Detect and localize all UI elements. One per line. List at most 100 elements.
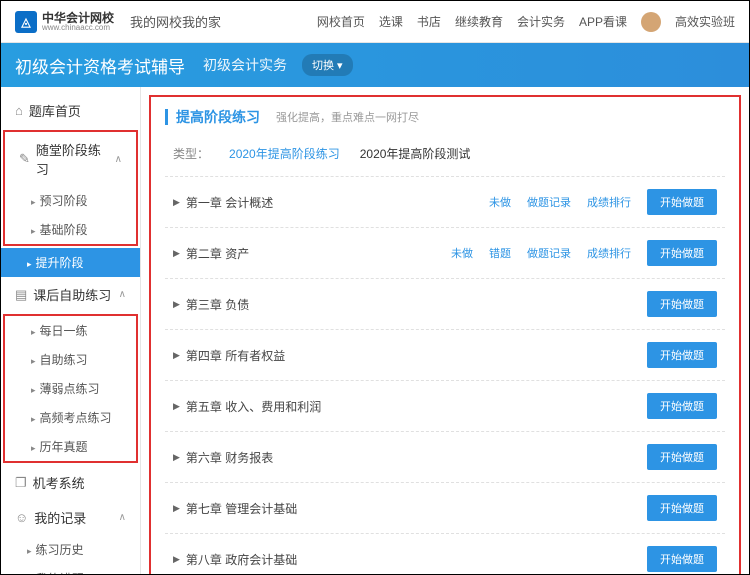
start-button[interactable]: 开始做题 <box>647 342 717 368</box>
chevron-up-icon: ∧ <box>119 289 126 300</box>
nav-home[interactable]: 网校首页 <box>317 13 365 30</box>
logo[interactable]: ◬ 中华会计网校 www.chinaacc.com <box>15 11 114 33</box>
chapter-link[interactable]: 错题 <box>489 245 511 261</box>
chapter-link[interactable]: 做题记录 <box>527 194 571 210</box>
page-title: 提高阶段练习 <box>176 107 260 127</box>
caret-right-icon[interactable]: ▶ <box>173 401 180 412</box>
title-accent <box>165 109 168 125</box>
nav-app[interactable]: APP看课 <box>579 13 627 30</box>
type-tab-test[interactable]: 2020年提高阶段测试 <box>360 145 471 162</box>
page-subtitle: 强化提高，重点难点一网打尽 <box>276 109 419 125</box>
chapter-actions: 开始做题 <box>647 495 717 521</box>
caret-right-icon[interactable]: ▶ <box>173 197 180 208</box>
header: ◬ 中华会计网校 www.chinaacc.com 我的网校我的家 网校首页 选… <box>1 1 749 43</box>
book-icon: ▤ <box>15 287 27 303</box>
chapter-name: 第五章 收入、费用和利润 <box>186 398 321 415</box>
start-button[interactable]: 开始做题 <box>647 546 717 572</box>
start-button[interactable]: 开始做题 <box>647 189 717 215</box>
sidebar: ⌂ 题库首页 ✎ 随堂阶段练习 ∧ 预习阶段 基础阶段 提升阶段 ▤ 课后自助练… <box>1 87 141 574</box>
chapter-actions: 开始做题 <box>647 393 717 419</box>
nav-edu[interactable]: 继续教育 <box>455 13 503 30</box>
sidebar-section-self[interactable]: ▤ 课后自助练习 ∧ <box>1 277 140 312</box>
chapter-actions: 未做错题做题记录成绩排行开始做题 <box>451 240 717 266</box>
chapter-link[interactable]: 成绩排行 <box>587 245 631 261</box>
slogan: 我的网校我的家 <box>130 12 221 31</box>
sidebar-item-basic[interactable]: 基础阶段 <box>5 215 136 244</box>
type-label: 类型： <box>173 145 209 162</box>
switch-button[interactable]: 切换 ▾ <box>302 54 353 76</box>
chapter-row: ▶ 第一章 会计概述 未做做题记录成绩排行开始做题 <box>165 177 725 228</box>
monitor-icon: ❐ <box>15 475 27 491</box>
sidebar-section-label: 我的记录 <box>34 508 86 527</box>
chapter-name: 第四章 所有者权益 <box>186 347 285 364</box>
chapter-name: 第七章 管理会计基础 <box>186 500 297 517</box>
promo-link[interactable]: 高效实验班 <box>675 13 735 30</box>
chapter-link[interactable]: 成绩排行 <box>587 194 631 210</box>
chevron-up-icon: ∧ <box>115 154 122 165</box>
main-content: 提高阶段练习 强化提高，重点难点一网打尽 类型： 2020年提高阶段练习 202… <box>141 87 749 574</box>
chapter-row: ▶ 第七章 管理会计基础 开始做题 <box>165 483 725 534</box>
chapter-row: ▶ 第四章 所有者权益 开始做题 <box>165 330 725 381</box>
chapter-row: ▶ 第五章 收入、费用和利润 开始做题 <box>165 381 725 432</box>
nav-practice[interactable]: 会计实务 <box>517 13 565 30</box>
nav-courses[interactable]: 选课 <box>379 13 403 30</box>
caret-right-icon[interactable]: ▶ <box>173 299 180 310</box>
chapter-name: 第二章 资产 <box>186 245 249 262</box>
avatar[interactable] <box>641 12 661 32</box>
top-nav: 网校首页 选课 书店 继续教育 会计实务 APP看课 高效实验班 <box>317 12 735 32</box>
sidebar-item-wrong[interactable]: 我的错题 <box>1 564 140 574</box>
type-tab-practice[interactable]: 2020年提高阶段练习 <box>229 145 340 162</box>
chapter-name: 第三章 负债 <box>186 296 249 313</box>
sidebar-item-advance[interactable]: 提升阶段 <box>1 248 140 277</box>
caret-right-icon[interactable]: ▶ <box>173 248 180 259</box>
chapter-name: 第一章 会计概述 <box>186 194 273 211</box>
start-button[interactable]: 开始做题 <box>647 444 717 470</box>
chapter-actions: 开始做题 <box>647 342 717 368</box>
chapter-link[interactable]: 做题记录 <box>527 245 571 261</box>
sidebar-section-label: 机考系统 <box>33 473 85 492</box>
chapter-name: 第八章 政府会计基础 <box>186 551 297 568</box>
logo-icon: ◬ <box>15 11 37 33</box>
sidebar-item-freq[interactable]: 高频考点练习 <box>5 403 136 432</box>
sidebar-home-label: 题库首页 <box>29 101 81 120</box>
sidebar-section-stage[interactable]: ✎ 随堂阶段练习 ∧ <box>5 132 136 186</box>
sidebar-item-weak[interactable]: 薄弱点练习 <box>5 374 136 403</box>
caret-right-icon[interactable]: ▶ <box>173 503 180 514</box>
chapter-row: ▶ 第三章 负债 开始做题 <box>165 279 725 330</box>
sidebar-section-exam[interactable]: ❐ 机考系统 <box>1 465 140 500</box>
sidebar-item-self[interactable]: 自助练习 <box>5 345 136 374</box>
sidebar-item-past[interactable]: 历年真题 <box>5 432 136 461</box>
sidebar-item-daily[interactable]: 每日一练 <box>5 316 136 345</box>
logo-url: www.chinaacc.com <box>42 24 114 32</box>
chapter-actions: 开始做题 <box>647 546 717 572</box>
chapter-actions: 开始做题 <box>647 291 717 317</box>
chapter-actions: 未做做题记录成绩排行开始做题 <box>489 189 717 215</box>
home-icon: ⌂ <box>15 103 23 118</box>
chapter-link[interactable]: 未做 <box>489 194 511 210</box>
sidebar-section-label: 课后自助练习 <box>33 285 111 304</box>
caret-right-icon[interactable]: ▶ <box>173 554 180 565</box>
banner-subject: 初级会计实务 <box>203 55 287 75</box>
logo-title: 中华会计网校 <box>42 12 114 24</box>
caret-right-icon[interactable]: ▶ <box>173 452 180 463</box>
sidebar-section-record[interactable]: ☺ 我的记录 ∧ <box>1 500 140 535</box>
sidebar-item-history[interactable]: 练习历史 <box>1 535 140 564</box>
type-filter-row: 类型： 2020年提高阶段练习 2020年提高阶段测试 <box>165 141 725 177</box>
chapter-row: ▶ 第二章 资产 未做错题做题记录成绩排行开始做题 <box>165 228 725 279</box>
sidebar-home[interactable]: ⌂ 题库首页 <box>1 93 140 128</box>
chapter-row: ▶ 第八章 政府会计基础 开始做题 <box>165 534 725 574</box>
banner: 初级会计资格考试辅导 初级会计实务 切换 ▾ <box>1 43 749 87</box>
caret-right-icon[interactable]: ▶ <box>173 350 180 361</box>
chapter-link[interactable]: 未做 <box>451 245 473 261</box>
nav-bookstore[interactable]: 书店 <box>417 13 441 30</box>
sidebar-section-label: 随堂阶段练习 <box>36 140 109 178</box>
start-button[interactable]: 开始做题 <box>647 495 717 521</box>
person-icon: ☺ <box>15 510 28 525</box>
start-button[interactable]: 开始做题 <box>647 291 717 317</box>
sidebar-item-preview[interactable]: 预习阶段 <box>5 186 136 215</box>
banner-title: 初级会计资格考试辅导 <box>15 53 185 78</box>
pencil-icon: ✎ <box>19 151 30 167</box>
start-button[interactable]: 开始做题 <box>647 240 717 266</box>
start-button[interactable]: 开始做题 <box>647 393 717 419</box>
chapter-actions: 开始做题 <box>647 444 717 470</box>
